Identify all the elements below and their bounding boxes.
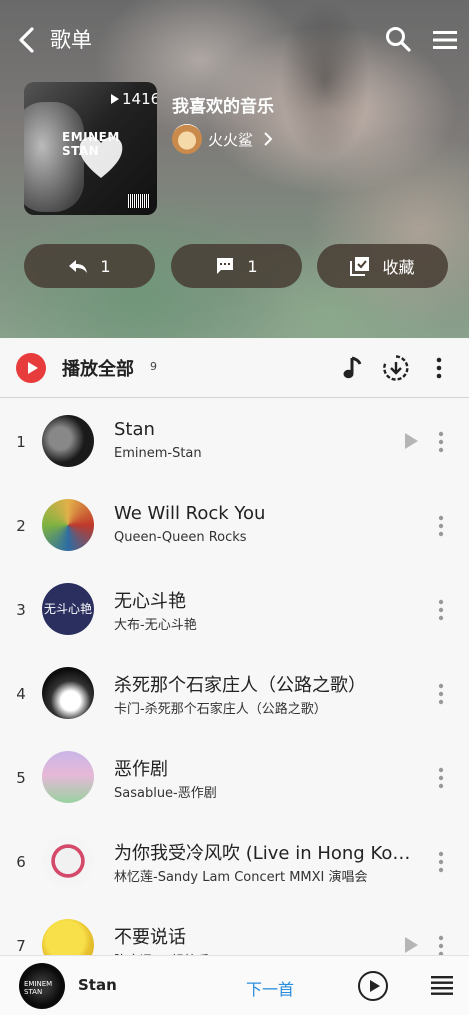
song-thumbnail: 无斗心艳 [42,583,94,635]
comment-button[interactable]: 1 [171,244,302,288]
song-subtitle: Queen-Queen Rocks [114,530,247,545]
collect-icon [350,257,370,276]
song-index: 4 [16,685,26,703]
more-icon[interactable] [434,935,448,957]
back-icon[interactable] [16,26,38,54]
creator-link[interactable]: 火火鲨 [172,124,273,154]
collect-button[interactable]: 收藏 [317,244,448,288]
song-index: 6 [16,853,26,871]
collect-label: 收藏 [382,258,415,277]
song-title: 杀死那个石家庄人（公路之歌） [114,675,366,696]
song-index: 2 [16,517,26,535]
song-count: 9 [150,360,157,373]
song-thumbnail [42,835,94,887]
song-title: We Will Rock You [114,503,266,524]
song-title: 为你我受冷风吹 (Live in Hong Kong) [114,843,414,864]
song-title: 不要说话 [114,927,186,948]
song-title: 恶作剧 [114,759,168,780]
more-icon[interactable] [434,599,448,621]
now-playing-disc[interactable]: EMINEM STAN [19,963,65,1009]
song-row[interactable]: 5 恶作剧 Sasablue-恶作剧 [0,735,469,819]
playlist-name: 我喜欢的音乐 [172,97,274,117]
menu-icon[interactable] [432,29,458,51]
play-count-icon [111,94,119,104]
play-count-value: 14161 [122,90,157,108]
song-row[interactable]: 1 Stan Eminem-Stan [0,399,469,483]
song-thumbnail [42,499,94,551]
cover-text: EMINEM STAN [62,130,120,158]
comment-icon [217,258,234,274]
more-icon[interactable] [434,851,448,873]
music-note-icon[interactable] [341,355,365,381]
song-subtitle: 卡门-杀死那个石家庄人（公路之歌） [114,702,327,717]
song-title: Stan [114,419,155,440]
top-bar: 歌单 [0,18,469,62]
more-icon[interactable] [434,683,448,705]
song-subtitle: Sasablue-恶作剧 [114,786,217,801]
song-thumbnail [42,667,94,719]
cover-barcode [128,194,150,208]
next-track-button[interactable]: 下一首 [246,976,294,1000]
song-index: 7 [16,937,26,955]
queue-icon[interactable] [430,974,454,996]
comment-count: 1 [247,256,258,276]
now-playing-title: Stan [78,976,117,994]
play-pause-button[interactable] [358,971,388,1001]
song-thumbnail [42,415,94,467]
song-subtitle: 大布-无心斗艳 [114,618,197,633]
play-all-bar: 播放全部 9 [0,338,469,398]
song-list: 1 Stan Eminem-Stan 2 We Will Rock You Qu… [0,399,469,987]
song-subtitle: Eminem-Stan [114,446,202,461]
play-count: 14161 [111,90,157,108]
song-title: 无心斗艳 [114,591,186,612]
song-index: 1 [16,433,26,451]
more-icon[interactable] [434,515,448,537]
play-icon[interactable] [405,937,418,953]
playlist-cover[interactable]: EMINEM STAN 14161 [24,82,157,215]
playlist-header: 歌单 EMINEM STAN 14161 我喜欢的音乐 火火鲨 [0,0,469,338]
chevron-right-icon [264,132,273,146]
more-icon[interactable] [434,431,448,453]
mini-player[interactable]: EMINEM STAN Stan 下一首 [0,955,469,1015]
song-row[interactable]: 4 杀死那个石家庄人（公路之歌） 卡门-杀死那个石家庄人（公路之歌） [0,651,469,735]
play-all-button[interactable] [16,353,46,383]
song-subtitle: 林忆莲-Sandy Lam Concert MMXI 演唱会 [114,870,368,885]
song-row[interactable]: 2 We Will Rock You Queen-Queen Rocks [0,483,469,567]
song-index: 3 [16,601,26,619]
play-all-label[interactable]: 播放全部 [62,355,134,381]
more-icon[interactable] [434,767,448,789]
song-index: 5 [16,769,26,787]
song-row[interactable]: 3 无斗心艳 无心斗艳 大布-无心斗艳 [0,567,469,651]
play-icon[interactable] [405,433,418,449]
song-thumbnail [42,751,94,803]
share-count: 1 [100,256,111,276]
creator-avatar [172,124,202,154]
search-icon[interactable] [385,26,411,52]
share-button[interactable]: 1 [24,244,155,288]
share-icon [69,260,88,273]
page-title: 歌单 [50,28,92,52]
download-icon[interactable] [382,354,410,382]
disc-text: EMINEM STAN [24,980,53,996]
song-row[interactable]: 6 为你我受冷风吹 (Live in Hong Kong) 林忆莲-Sandy … [0,819,469,903]
creator-name: 火火鲨 [208,130,254,149]
more-icon[interactable] [432,356,446,380]
